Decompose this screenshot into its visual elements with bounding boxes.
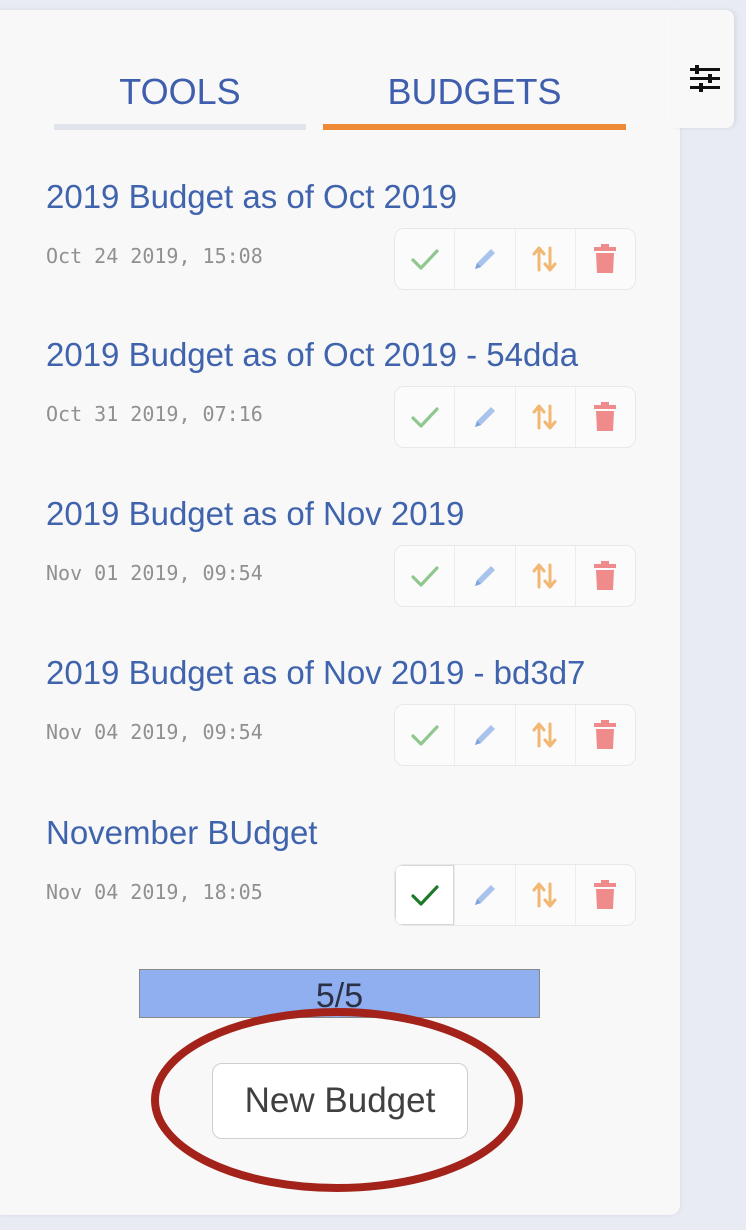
delete-budget-button[interactable] [576, 865, 635, 925]
budgets-panel: TOOLS BUDGETS 2019 Budget as of Oct 2019… [0, 10, 680, 1215]
budget-title[interactable]: 2019 Budget as of Oct 2019 - 54dda [46, 336, 578, 374]
edit-budget-button[interactable] [455, 865, 516, 925]
check-icon [411, 247, 439, 271]
budget-quota-bar: 5/5 [139, 969, 540, 1018]
delete-budget-button[interactable] [576, 546, 635, 606]
sort-arrows-icon [531, 720, 559, 750]
budget-item: 2019 Budget as of Nov 2019 - bd3d7 Nov 04… [46, 654, 646, 784]
tab-tools[interactable]: TOOLS [54, 68, 306, 130]
new-budget-button[interactable]: New Budget [212, 1063, 468, 1139]
trash-icon [593, 880, 617, 910]
trash-icon [593, 402, 617, 432]
reorder-budget-button[interactable] [516, 387, 576, 447]
budget-title[interactable]: November BUdget [46, 814, 317, 852]
budget-item: 2019 Budget as of Oct 2019 Oct 24 2019, 1… [46, 178, 646, 308]
budget-actions [394, 228, 636, 290]
budget-date: Oct 31 2019, 07:16 [46, 402, 263, 426]
check-icon [411, 723, 439, 747]
check-icon [411, 564, 439, 588]
delete-budget-button[interactable] [576, 705, 635, 765]
pencil-icon [470, 720, 500, 750]
budget-quota-label: 5/5 [315, 977, 364, 1015]
budget-title[interactable]: 2019 Budget as of Nov 2019 [46, 495, 464, 533]
sort-arrows-icon [531, 880, 559, 910]
sort-arrows-icon [531, 561, 559, 591]
edit-budget-button[interactable] [455, 705, 516, 765]
budget-actions [394, 864, 636, 926]
settings-toggle[interactable] [672, 10, 734, 128]
edit-budget-button[interactable] [455, 387, 516, 447]
reorder-budget-button[interactable] [516, 546, 576, 606]
budget-date: Nov 04 2019, 18:05 [46, 880, 263, 904]
activate-budget-button[interactable] [395, 705, 456, 765]
trash-icon [593, 720, 617, 750]
trash-icon [593, 561, 617, 591]
edit-budget-button[interactable] [455, 229, 516, 289]
budget-title[interactable]: 2019 Budget as of Nov 2019 - bd3d7 [46, 654, 585, 692]
budget-actions [394, 704, 636, 766]
budget-item: 2019 Budget as of Nov 2019 Nov 01 2019, 0… [46, 495, 646, 625]
pencil-icon [470, 561, 500, 591]
sort-arrows-icon [531, 244, 559, 274]
budget-title[interactable]: 2019 Budget as of Oct 2019 [46, 178, 457, 216]
reorder-budget-button[interactable] [516, 229, 576, 289]
delete-budget-button[interactable] [576, 387, 635, 447]
pencil-icon [470, 402, 500, 432]
activate-budget-button[interactable] [395, 387, 456, 447]
sliders-icon [690, 65, 720, 92]
reorder-budget-button[interactable] [516, 705, 576, 765]
budget-date: Nov 01 2019, 09:54 [46, 561, 263, 585]
budget-item: November BUdget Nov 04 2019, 18:05 [46, 814, 646, 944]
activate-budget-button[interactable] [395, 546, 456, 606]
activate-budget-button[interactable] [395, 229, 456, 289]
edit-budget-button[interactable] [455, 546, 516, 606]
reorder-budget-button[interactable] [516, 865, 576, 925]
check-icon [411, 883, 439, 907]
budget-date: Nov 04 2019, 09:54 [46, 720, 263, 744]
trash-icon [593, 244, 617, 274]
pencil-icon [470, 880, 500, 910]
budget-actions [394, 545, 636, 607]
budget-date: Oct 24 2019, 15:08 [46, 244, 263, 268]
check-icon [411, 405, 439, 429]
budget-item: 2019 Budget as of Oct 2019 - 54dda Oct 31… [46, 336, 646, 466]
pencil-icon [470, 244, 500, 274]
activate-budget-button[interactable] [395, 865, 456, 925]
tab-budgets[interactable]: BUDGETS [323, 68, 626, 130]
budget-actions [394, 386, 636, 448]
sort-arrows-icon [531, 402, 559, 432]
delete-budget-button[interactable] [576, 229, 635, 289]
